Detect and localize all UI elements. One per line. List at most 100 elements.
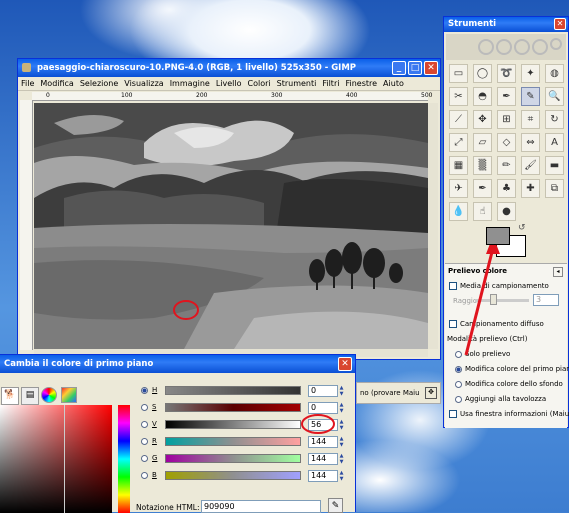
free-select-icon[interactable]: ➰ — [497, 64, 516, 83]
color-picker-icon[interactable]: ✎ — [521, 87, 540, 106]
cmyk-selector-icon[interactable]: ▤ — [21, 387, 39, 405]
mode-option[interactable]: Solo prelievo — [455, 350, 510, 358]
channel-radio[interactable] — [141, 455, 148, 462]
html-notation-input[interactable]: 909090 — [201, 500, 321, 513]
spin-arrows-icon[interactable]: ▲ ▼ — [338, 436, 345, 448]
menu-modifica[interactable]: Modifica — [37, 79, 76, 88]
ellipse-select-icon[interactable]: ◯ — [473, 64, 492, 83]
color-dialog-close-button[interactable]: ✕ — [338, 357, 352, 371]
watercolor-selector-icon[interactable] — [61, 387, 77, 403]
tool-options-menu-icon[interactable]: ◂ — [553, 267, 563, 277]
pencil-icon[interactable]: ✏ — [497, 156, 516, 175]
fuzzy-select-icon[interactable]: ✦ — [521, 64, 540, 83]
bucket-fill-icon[interactable]: ▦ — [449, 156, 468, 175]
spin-arrows-icon[interactable]: ▲ ▼ — [338, 419, 345, 431]
radio-button[interactable] — [455, 350, 462, 358]
checkbox-box[interactable] — [449, 282, 457, 290]
clone-icon[interactable]: ♣ — [497, 179, 516, 198]
channel-value-input[interactable]: 144 — [308, 453, 338, 465]
image-window-titlebar[interactable]: paesaggio-chiaroscuro-10.PNG-4.0 (RGB, 1… — [18, 59, 440, 77]
foreground-select-icon[interactable]: ◓ — [473, 87, 492, 106]
menu-selezione[interactable]: Selezione — [77, 79, 121, 88]
eyedropper-icon[interactable]: ✎ — [328, 498, 343, 513]
channel-value-input[interactable]: 144 — [308, 470, 338, 482]
nav-icon[interactable]: ✥ — [425, 387, 437, 399]
menu-strumenti[interactable]: Strumenti — [274, 79, 320, 88]
minimize-button[interactable]: _ — [392, 61, 406, 75]
color-plane[interactable] — [0, 405, 112, 513]
smudge-icon[interactable]: ☝ — [473, 202, 492, 221]
channel-slider[interactable] — [165, 386, 301, 395]
spin-arrows-icon[interactable]: ▲ ▼ — [338, 402, 345, 414]
channel-radio[interactable] — [141, 404, 148, 411]
select-by-color-icon[interactable]: ◍ — [545, 64, 564, 83]
triangle-selector-icon[interactable] — [41, 387, 57, 403]
mode-option[interactable]: Modifica colore dello sfondo — [455, 380, 563, 388]
swap-colors-icon[interactable]: ↺ — [518, 223, 526, 233]
shear-icon[interactable]: ▱ — [473, 133, 492, 152]
media-campionamento-checkbox[interactable]: Media di campionamento — [449, 282, 549, 290]
heal-icon[interactable]: ✚ — [521, 179, 540, 198]
color-dialog-titlebar[interactable]: Cambia il colore di primo piano ✕ — [0, 355, 355, 373]
image-canvas[interactable] — [34, 103, 428, 349]
paths-icon[interactable]: ✒ — [497, 87, 516, 106]
blur-icon[interactable]: 💧 — [449, 202, 468, 221]
channel-value-input[interactable]: 144 — [308, 436, 338, 448]
menu-finestre[interactable]: Finestre — [342, 79, 380, 88]
rect-select-icon[interactable]: ▭ — [449, 64, 468, 83]
channel-slider[interactable] — [165, 403, 301, 412]
channel-slider[interactable] — [165, 471, 301, 480]
gimp-selector-icon[interactable]: 🐕 — [1, 387, 19, 405]
menu-livello[interactable]: Livello — [213, 79, 245, 88]
campionamento-diffuso-checkbox[interactable]: Campionamento diffuso — [449, 320, 544, 328]
measure-icon[interactable]: ⟋ — [449, 110, 468, 129]
menu-file[interactable]: File — [18, 79, 37, 88]
spin-arrows-icon[interactable]: ▲ ▼ — [338, 470, 345, 482]
channel-radio[interactable] — [141, 387, 148, 394]
radio-button[interactable] — [455, 380, 462, 388]
airbrush-icon[interactable]: ✈ — [449, 179, 468, 198]
zoom-icon[interactable]: 🔍 — [545, 87, 564, 106]
channel-value-input[interactable]: 56 — [308, 419, 338, 431]
paintbrush-icon[interactable]: 🖌 — [521, 156, 540, 175]
ink-icon[interactable]: ✒ — [473, 179, 492, 198]
toolbox-titlebar[interactable]: Strumenti ✕ — [444, 17, 568, 32]
blend-icon[interactable]: ▒ — [473, 156, 492, 175]
crop-icon[interactable]: ⌗ — [521, 110, 540, 129]
radio-button[interactable] — [455, 365, 462, 373]
channel-slider[interactable] — [165, 420, 301, 429]
perspective-clone-icon[interactable]: ⧉ — [545, 179, 564, 198]
spin-arrows-icon[interactable]: ▲ ▼ — [338, 385, 345, 397]
mode-option[interactable]: Modifica colore del primo piano — [455, 365, 569, 373]
mode-option[interactable]: Aggiungi alla tavolozza — [455, 395, 546, 403]
hue-strip[interactable] — [118, 405, 130, 513]
channel-slider[interactable] — [165, 437, 301, 446]
foreground-color-swatch[interactable] — [486, 227, 510, 245]
scale-icon[interactable]: ⤢ — [449, 133, 468, 152]
scissors-icon[interactable]: ✂ — [449, 87, 468, 106]
channel-slider[interactable] — [165, 454, 301, 463]
menu-aiuto[interactable]: Aiuto — [380, 79, 407, 88]
text-icon[interactable]: A — [545, 133, 564, 152]
move-icon[interactable]: ✥ — [473, 110, 492, 129]
raggio-slider-handle[interactable] — [490, 294, 497, 305]
maximize-button[interactable]: □ — [408, 61, 422, 75]
channel-value-input[interactable]: 0 — [308, 402, 338, 414]
dodge-icon[interactable]: ● — [497, 202, 516, 221]
menu-visualizza[interactable]: Visualizza — [121, 79, 166, 88]
spin-arrows-icon[interactable]: ▲ ▼ — [338, 453, 345, 465]
menu-filtri[interactable]: Filtri — [319, 79, 342, 88]
close-button[interactable]: ✕ — [424, 61, 438, 75]
vertical-scrollbar[interactable] — [428, 103, 438, 349]
perspective-icon[interactable]: ◇ — [497, 133, 516, 152]
checkbox-box[interactable] — [449, 410, 457, 418]
channel-radio[interactable] — [141, 421, 148, 428]
raggio-slider[interactable] — [475, 299, 529, 302]
channel-value-input[interactable]: 0 — [308, 385, 338, 397]
checkbox-box[interactable] — [449, 320, 457, 328]
rotate-icon[interactable]: ↻ — [545, 110, 564, 129]
radio-button[interactable] — [455, 395, 462, 403]
align-icon[interactable]: ⊞ — [497, 110, 516, 129]
channel-radio[interactable] — [141, 472, 148, 479]
menu-colori[interactable]: Colori — [245, 79, 274, 88]
